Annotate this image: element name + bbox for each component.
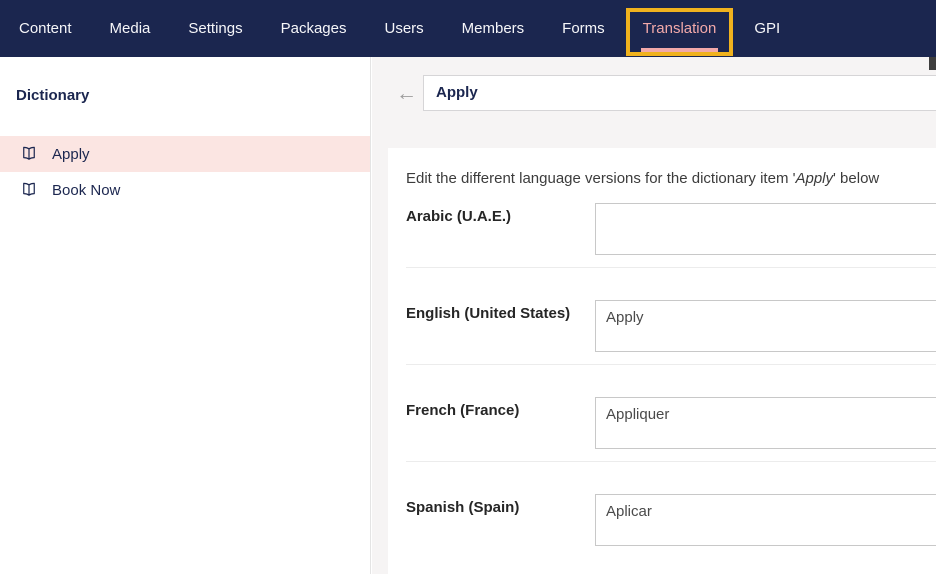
back-arrow-icon[interactable]: ← [396,83,412,104]
nav-item-label: Forms [562,20,605,37]
dictionary-item-apply[interactable]: Apply [0,136,370,172]
nav-item-label: Users [384,20,423,37]
input-spanish[interactable]: Aplicar [595,494,936,546]
field-input-wrap: Appliquer [595,397,936,449]
input-english[interactable]: Apply [595,300,936,352]
translation-field-row: Arabic (U.A.E.) [406,187,936,268]
language-label: French (France) [406,397,595,449]
nav-item-translation[interactable]: Translation [624,0,736,57]
intro-suffix: ' below [833,170,879,187]
nav-item-content[interactable]: Content [0,0,91,57]
nav-item-forms[interactable]: Forms [543,0,624,57]
input-arabic[interactable] [595,203,936,255]
top-navigation: Content Media Settings Packages Users Me… [0,0,936,57]
editor-card: Edit the different language versions for… [388,148,936,574]
section-title: Dictionary [16,87,370,104]
field-input-wrap: Apply [595,300,936,352]
field-input-wrap: Aplicar [595,494,936,546]
dictionary-item-label: Book Now [52,182,120,199]
nav-item-label: Translation [643,20,717,37]
nav-item-label: GPI [754,20,780,37]
nav-item-gpi[interactable]: GPI [735,0,799,57]
intro-item-name: Apply [795,170,833,187]
detail-header: ← Apply [372,57,936,111]
nav-item-packages[interactable]: Packages [262,0,366,57]
book-icon [20,181,38,199]
field-input-wrap [595,203,936,255]
nav-item-label: Content [19,20,72,37]
book-icon [20,145,38,163]
translation-field-row: Spanish (Spain) Aplicar [406,462,936,558]
nav-item-label: Media [110,20,151,37]
translation-field-row: English (United States) Apply [406,268,936,365]
nav-item-label: Settings [188,20,242,37]
scrollbar-thumb[interactable] [929,57,936,70]
nav-item-media[interactable]: Media [91,0,170,57]
dictionary-item-label: Apply [52,146,90,163]
input-french[interactable]: Appliquer [595,397,936,449]
nav-item-users[interactable]: Users [365,0,442,57]
active-tab-indicator [641,48,719,52]
nav-item-members[interactable]: Members [443,0,544,57]
language-label: English (United States) [406,300,595,352]
translation-field-row: French (France) Appliquer [406,365,936,462]
dictionary-item-book-now[interactable]: Book Now [0,172,370,208]
content-area: ← Apply Edit the different language vers… [372,57,936,574]
nav-item-label: Members [462,20,525,37]
language-label: Spanish (Spain) [406,494,595,546]
sidebar: Dictionary Apply Book Now [0,57,371,574]
language-label: Arabic (U.A.E.) [406,203,595,255]
intro-text: Edit the different language versions for… [406,170,936,187]
nav-item-label: Packages [281,20,347,37]
intro-prefix: Edit the different language versions for… [406,170,795,187]
item-title-field[interactable]: Apply [423,75,936,111]
dictionary-list: Apply Book Now [0,136,370,208]
nav-item-settings[interactable]: Settings [169,0,261,57]
